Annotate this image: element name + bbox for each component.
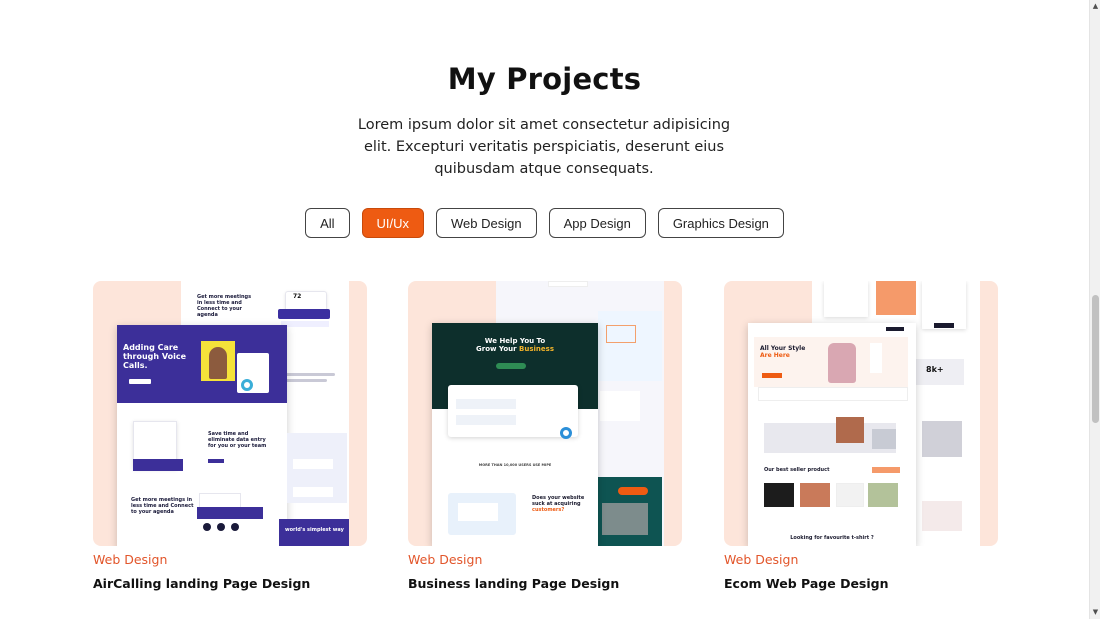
- preview-hero-line: Calls.: [123, 361, 148, 370]
- tshirt-product-icon: [800, 483, 830, 507]
- project-category: Web Design: [93, 552, 168, 567]
- preview-footer: world's simplest way: [285, 527, 344, 533]
- project-card[interactable]: Get more meetings in less time and Conne…: [93, 281, 367, 591]
- preview-hero-line: Are Here: [760, 352, 790, 359]
- filter-all-button[interactable]: All: [305, 208, 350, 238]
- preview-headline: Get more meetings in less time and Conne…: [131, 497, 194, 515]
- project-category: Web Design: [724, 552, 799, 567]
- project-thumbnail[interactable]: Get more meetings in less time and Conne…: [93, 281, 367, 546]
- filter-bar: All UI/Ux Web Design App Design Graphics…: [0, 208, 1089, 238]
- project-thumbnail[interactable]: We Help You To Grow Your Business MORE T…: [408, 281, 682, 546]
- preview-headline: Get more meetings in less time and Conne…: [197, 294, 252, 318]
- preview-hero-line: All Your Style: [760, 345, 806, 352]
- filter-uiux-button[interactable]: UI/Ux: [361, 208, 425, 238]
- vertical-scrollbar[interactable]: ▲ ▼: [1089, 0, 1100, 619]
- scroll-up-icon[interactable]: ▲: [1091, 2, 1100, 11]
- project-thumbnail[interactable]: 8k+ All Your Style Are Here Our best sel…: [724, 281, 998, 546]
- scrollbar-thumb[interactable]: [1092, 295, 1099, 423]
- preview-users-line: MORE THAN 10,000 USERS USE MIPE: [478, 463, 552, 467]
- donut-chart-icon: [560, 427, 572, 439]
- filter-graphics-design-button[interactable]: Graphics Design: [657, 208, 784, 238]
- project-category: Web Design: [408, 552, 483, 567]
- preview-stat: 72: [293, 293, 302, 300]
- preview-question: Does your website suck at acquiring: [532, 495, 585, 507]
- preview-hero-accent: Business: [519, 345, 554, 353]
- tshirt-product-icon: [836, 483, 864, 507]
- preview-section-heading: Our best seller product: [764, 467, 830, 473]
- tshirt-product-icon: [764, 483, 794, 507]
- preview-stat: 8k+: [926, 365, 944, 374]
- project-card[interactable]: 8k+ All Your Style Are Here Our best sel…: [724, 281, 998, 591]
- model-photo-icon: [836, 417, 864, 443]
- preview-hero-line: through Voice: [123, 352, 187, 361]
- project-card[interactable]: We Help You To Grow Your Business MORE T…: [408, 281, 682, 591]
- section-title: My Projects: [447, 62, 642, 96]
- filter-web-design-button[interactable]: Web Design: [436, 208, 537, 238]
- donut-chart-icon: [241, 379, 253, 391]
- scroll-down-icon[interactable]: ▼: [1091, 608, 1100, 617]
- preview-hero-line: Grow Your: [476, 345, 517, 353]
- project-title[interactable]: Business landing Page Design: [408, 576, 682, 591]
- person-photo-icon: [209, 347, 227, 379]
- preview-question-accent: customers?: [532, 507, 565, 513]
- preview-hero-line: We Help You To: [484, 337, 546, 345]
- project-title[interactable]: AirCalling landing Page Design: [93, 576, 367, 591]
- sweater-product-icon: [828, 343, 856, 383]
- preview-hero-line: Adding Care: [123, 343, 179, 352]
- preview-headline: Save time and eliminate data entry for y…: [208, 431, 267, 449]
- tshirt-product-icon: [868, 483, 898, 507]
- portfolio-page: My Projects Lorem ipsum dolor sit amet c…: [0, 0, 1089, 619]
- section-intro: Lorem ipsum dolor sit amet consectetur a…: [357, 117, 731, 177]
- filter-app-design-button[interactable]: App Design: [548, 208, 646, 238]
- preview-footer-heading: Looking for favourite t-shirt ?: [790, 535, 874, 541]
- project-title[interactable]: Ecom Web Page Design: [724, 576, 998, 591]
